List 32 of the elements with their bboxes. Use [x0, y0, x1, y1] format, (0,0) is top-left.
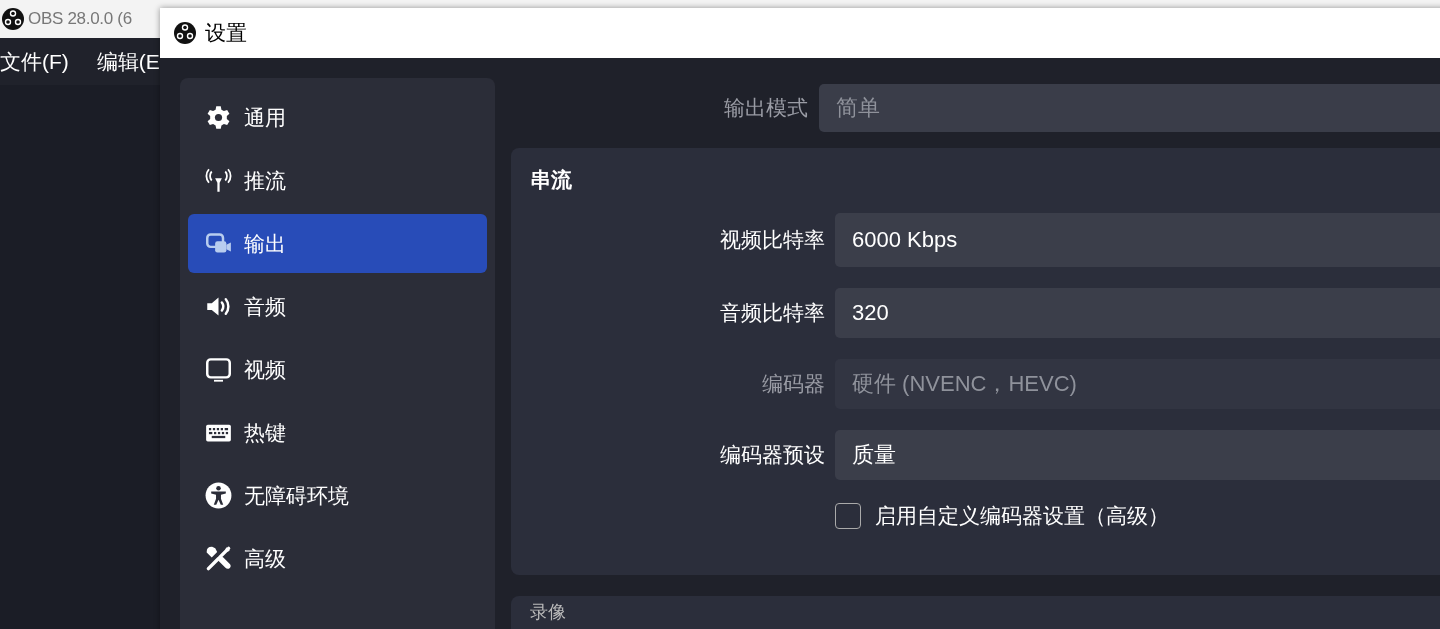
sidebar-item[interactable]: 视频 — [188, 340, 487, 399]
input-field[interactable]: 质量 — [835, 430, 1440, 480]
sidebar-item[interactable]: 无障碍环境 — [188, 466, 487, 525]
accessibility-icon — [205, 482, 232, 509]
field-label: 编码器 — [761, 371, 825, 397]
menu-item[interactable]: 文件(F) — [0, 47, 69, 76]
field-label: 输出模式 — [723, 95, 808, 121]
menu-item[interactable]: 编辑(E — [96, 47, 160, 76]
input-field[interactable]: 320 — [835, 288, 1440, 338]
sidebar-item[interactable]: 通用 — [188, 88, 487, 147]
sidebar-item[interactable]: 高级 — [188, 529, 487, 588]
checkbox-label: 启用自定义编码器设置（高级） — [875, 503, 1169, 529]
window-title: 设置 — [205, 20, 247, 46]
tools-icon — [205, 545, 232, 572]
sidebar-item[interactable]: 推流 — [188, 151, 487, 210]
field-label: 视频比特率 — [719, 227, 825, 253]
app-logo-icon — [173, 21, 197, 45]
field-label: 编码器预设 — [719, 442, 825, 468]
field-label: 音频比特率 — [719, 300, 825, 326]
section-title: 串流 — [530, 168, 573, 192]
section-title: 录像 — [530, 601, 567, 623]
sidebar-item[interactable]: 输出 — [188, 214, 487, 273]
antenna-icon — [205, 167, 232, 194]
checkbox[interactable] — [835, 503, 861, 529]
settings-icon — [205, 104, 232, 131]
window-title: OBS 28.0.0 (6 — [28, 9, 132, 29]
dropdown-field: 简单 — [819, 84, 1440, 132]
dropdown-field: 硬件 (NVENC，HEVC) — [835, 359, 1440, 409]
sidebar-item[interactable]: 热键 — [188, 403, 487, 462]
sidebar-item[interactable]: 音频 — [188, 277, 487, 336]
input-field[interactable]: 6000 Kbps — [835, 213, 1440, 267]
monitor-icon — [205, 356, 232, 383]
